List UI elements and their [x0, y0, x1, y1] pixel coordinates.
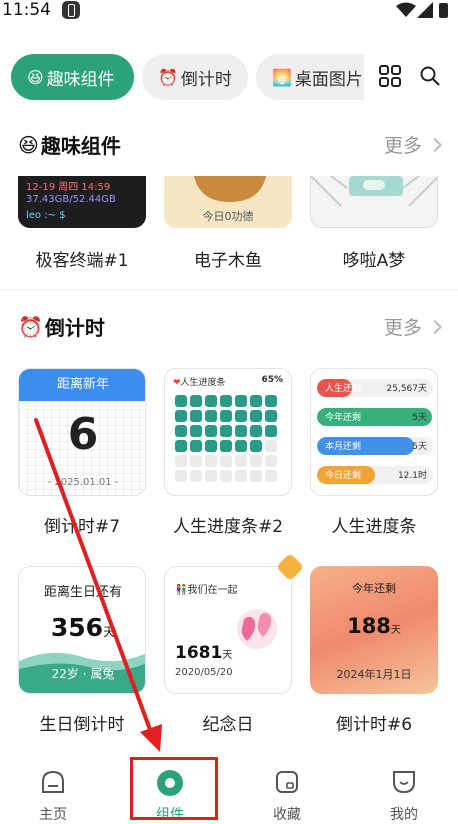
- annotation-arrow-icon: [34, 418, 162, 752]
- nav-item-favorites[interactable]: 收藏: [247, 752, 327, 823]
- profile-icon: [393, 771, 415, 794]
- nav-item-profile[interactable]: 我的: [364, 752, 444, 823]
- favorites-icon: [276, 771, 298, 793]
- bottom-nav: 主页 组件 收藏 我的: [0, 752, 458, 823]
- nav-item-home[interactable]: 主页: [13, 752, 93, 823]
- home-icon: [42, 770, 64, 793]
- highlight-box: [130, 757, 218, 820]
